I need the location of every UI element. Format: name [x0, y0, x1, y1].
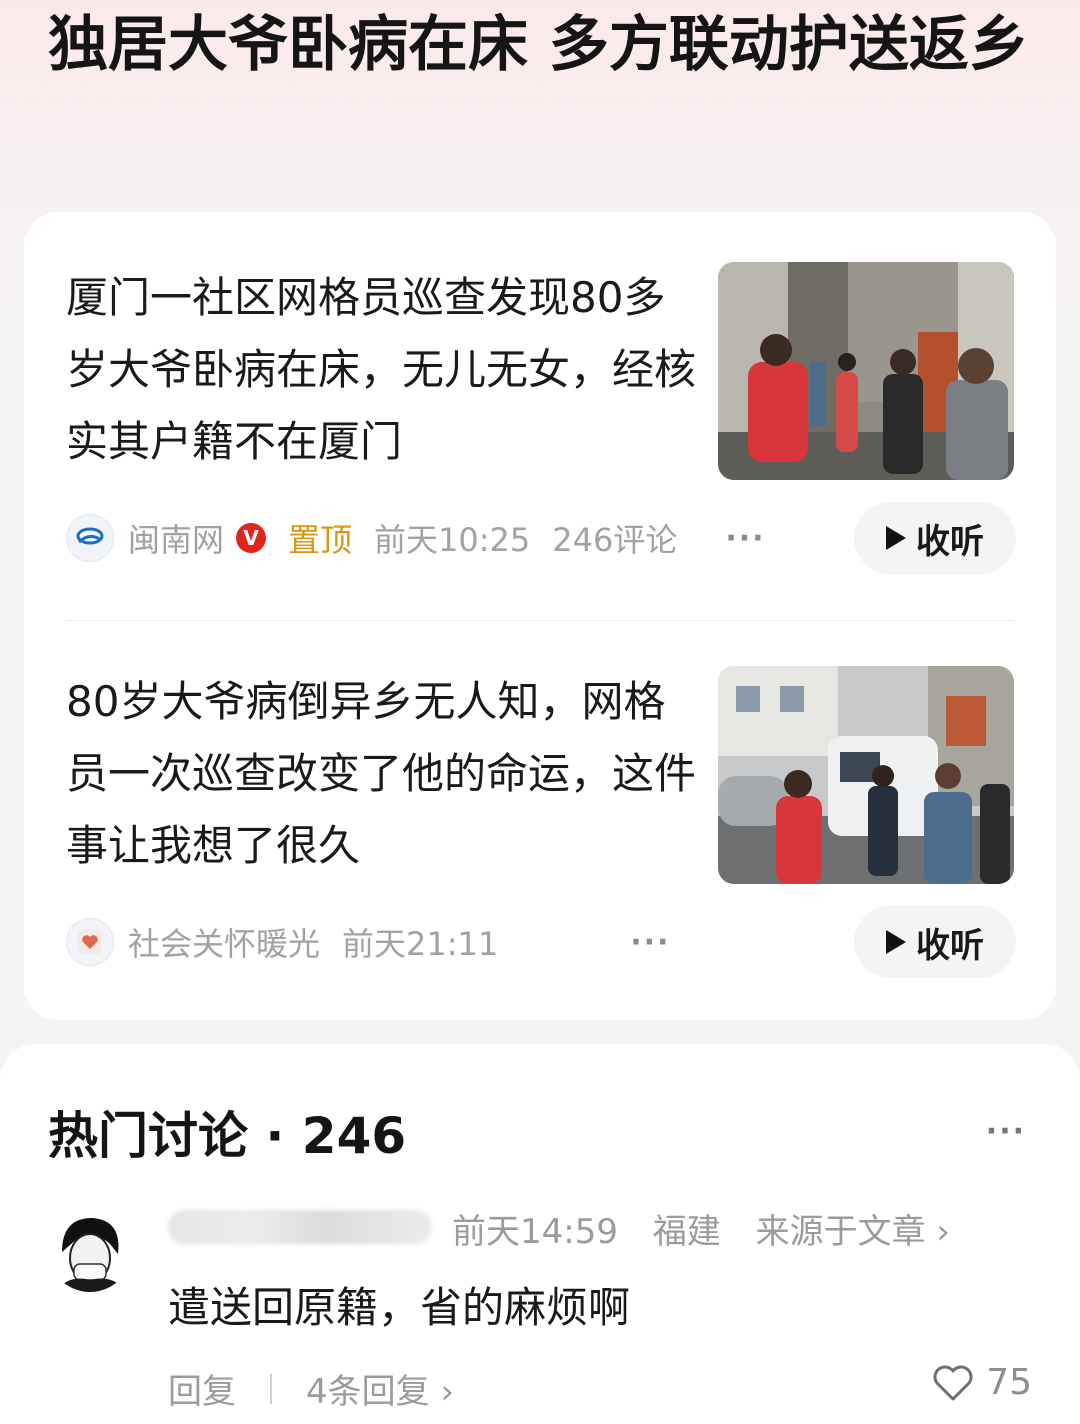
verified-badge-icon: V — [236, 523, 267, 553]
comment-source-link[interactable]: 来源于文章 › — [756, 1212, 950, 1252]
play-icon — [886, 526, 906, 550]
article-thumbnail[interactable] — [718, 262, 1014, 480]
comment-count: 246评论 — [552, 521, 678, 559]
more-options-icon[interactable]: ··· — [725, 521, 765, 556]
listen-label: 收听 — [916, 521, 984, 562]
view-replies-link[interactable]: 4条回复 › — [306, 1364, 454, 1413]
listen-label: 收听 — [916, 925, 984, 966]
username-blurred[interactable] — [168, 1210, 432, 1244]
article-title[interactable]: 厦门一社区网格员巡查发现80多岁大爷卧病在床，无儿无女，经核实其户籍不在厦门 — [66, 262, 696, 478]
article-card: 厦门一社区网格员巡查发现80多岁大爷卧病在床，无儿无女，经核实其户籍不在厦门 闽… — [24, 212, 1056, 1020]
like-count: 75 — [986, 1362, 1032, 1403]
publish-time: 前天10:25 — [374, 521, 531, 559]
comment-time: 前天14:59 — [452, 1212, 618, 1252]
publish-time: 前天21:11 — [342, 925, 499, 963]
article-item-2[interactable]: 80岁大爷病倒异乡无人知，网格员一次巡查改变了他的命运，这件事让我想了很久 社会… — [66, 666, 1016, 996]
pinned-label: 置顶 — [288, 521, 353, 559]
heart-icon — [933, 1365, 973, 1400]
listen-button[interactable]: 收听 — [854, 502, 1016, 574]
more-options-icon[interactable]: ··· — [986, 1114, 1026, 1149]
article-thumbnail[interactable] — [718, 666, 1014, 884]
divider — [66, 620, 1014, 621]
article-title[interactable]: 80岁大爷病倒异乡无人知，网格员一次巡查改变了他的命运，这件事让我想了很久 — [66, 666, 696, 882]
article-item-1[interactable]: 厦门一社区网格员巡查发现80多岁大爷卧病在床，无儿无女，经核实其户籍不在厦门 闽… — [66, 262, 1016, 592]
source-logo-icon[interactable] — [66, 918, 114, 966]
avatar[interactable] — [48, 1208, 132, 1292]
article-meta: 闽南网 V 置顶 前天10:25 246评论 ··· 收听 — [66, 502, 1016, 574]
reply-button[interactable]: 回复 — [168, 1364, 236, 1413]
comment-location: 福建 — [652, 1212, 721, 1252]
more-options-icon[interactable]: ··· — [630, 925, 670, 960]
reply-row: 回复 4条回复 › — [168, 1364, 454, 1413]
source-name[interactable]: 闽南网 — [128, 515, 224, 561]
divider — [270, 1373, 272, 1404]
hot-discussion-section: 热门讨论 · 246 ··· 前天14:59 福建 来源于文章 › 遣送回原籍，… — [0, 1044, 1080, 1424]
comment-meta: 前天14:59 福建 来源于文章 › — [452, 1204, 974, 1253]
play-icon — [886, 930, 906, 954]
listen-button[interactable]: 收听 — [854, 906, 1016, 978]
like-button[interactable]: 75 — [932, 1362, 1032, 1403]
discussion-title: 热门讨论 · 246 — [48, 1107, 407, 1165]
source-name[interactable]: 社会关怀暖光 — [128, 919, 320, 965]
source-logo-icon[interactable] — [66, 514, 114, 562]
topic-title: 独居大爷卧病在床 多方联动护送返乡 — [48, 10, 1029, 80]
comment-text[interactable]: 遣送回原籍，省的麻烦啊 — [168, 1274, 630, 1335]
article-meta: 社会关怀暖光 前天21:11 ··· 收听 — [66, 906, 1016, 978]
